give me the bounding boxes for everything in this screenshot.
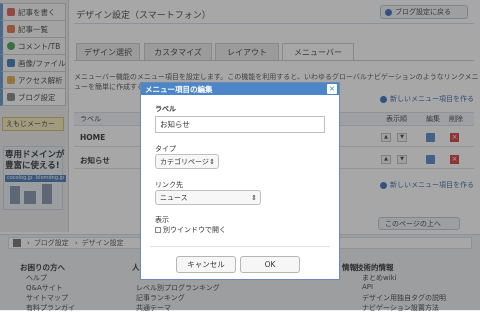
type-select[interactable]: カテゴリページ ⇕: [155, 154, 219, 169]
type-field-label: タイプ: [155, 145, 176, 153]
new-window-label: 別ウインドウで開く: [163, 226, 226, 234]
updown-icon: ⇕: [209, 157, 215, 166]
close-icon[interactable]: ×: [327, 84, 337, 94]
display-field-label: 表示: [155, 216, 169, 224]
new-window-option[interactable]: 別ウインドウで開く: [155, 225, 226, 235]
label-input[interactable]: お知らせ: [155, 116, 325, 133]
label-field-label: ラベル: [155, 105, 176, 113]
link-select[interactable]: ニュース ⇕: [155, 190, 261, 205]
new-window-checkbox[interactable]: [155, 227, 161, 233]
ok-button[interactable]: OK: [240, 256, 300, 273]
dialog-divider: [150, 246, 330, 247]
dialog-title: メニュー項目の編集: [141, 83, 339, 95]
updown-icon: ⇕: [251, 193, 257, 202]
type-select-value: カテゴリページ: [160, 157, 209, 166]
link-select-value: ニュース: [160, 193, 188, 202]
link-field-label: リンク先: [155, 181, 183, 189]
cancel-button[interactable]: キャンセル: [176, 256, 236, 273]
